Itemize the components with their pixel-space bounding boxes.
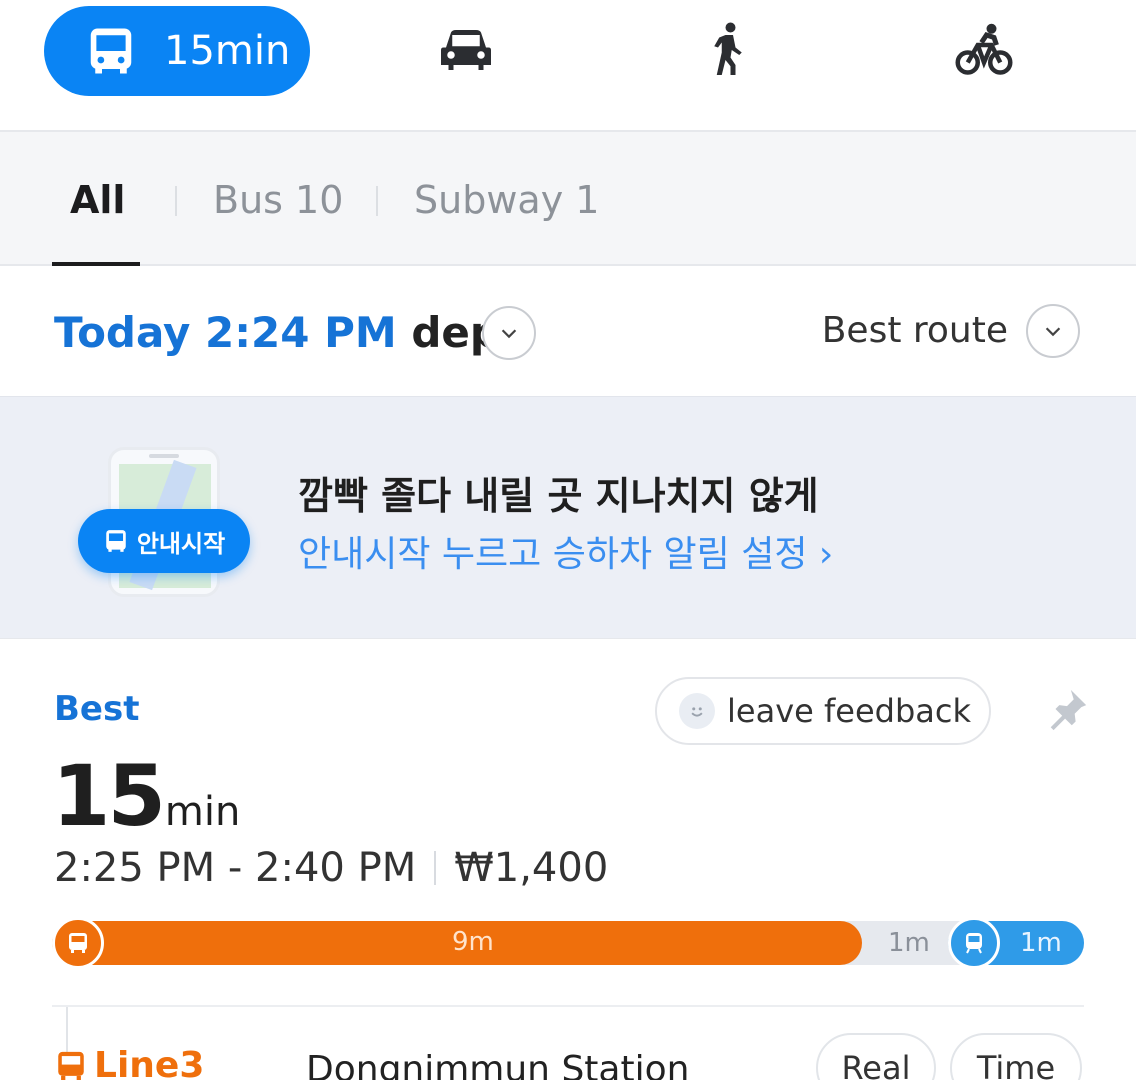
route-type-tabs: All Bus 10 Subway 1: [0, 130, 1136, 267]
time-range: 2:25 PM - 2:40 PM: [54, 845, 417, 891]
route-duration: 15min: [52, 747, 240, 845]
tab-bus[interactable]: Bus 10: [213, 178, 343, 222]
sort-dropdown-button[interactable]: [1026, 304, 1080, 358]
banner-title: 깜빡 졸다 내릴 곳 지나치지 않게: [298, 474, 819, 518]
tab-subway[interactable]: Subway 1: [414, 178, 599, 222]
best-badge: Best: [54, 689, 140, 729]
route-card[interactable]: Best leave feedback 15min 2:25 PM - 2:40…: [0, 638, 1136, 1080]
chevron-down-icon: [501, 329, 517, 339]
departure-dropdown-button[interactable]: [482, 306, 536, 360]
chevron-down-icon: [1045, 327, 1061, 337]
smile-icon: [679, 693, 715, 729]
duration-unit: min: [164, 789, 241, 835]
transport-mode-bar: 15min: [0, 0, 1136, 130]
feedback-label: leave feedback: [727, 692, 971, 730]
subway-segment-label: 1m: [1020, 928, 1062, 958]
start-guidance-label: 안내시작: [136, 529, 226, 558]
card-divider: [52, 1005, 1084, 1007]
line-label: Line3: [54, 1045, 204, 1080]
bus-icon: [69, 933, 87, 953]
fare: ₩1,400: [454, 845, 609, 891]
departure-row: Today 2:24 PM dep. Best route: [0, 266, 1136, 396]
station-name: Dongnimmun Station: [306, 1049, 690, 1080]
mode-transit-button[interactable]: 15min: [44, 6, 310, 96]
walk-segment-label: 1m: [888, 928, 930, 958]
bus-icon: [90, 28, 132, 74]
subway-segment-icon: [948, 917, 1000, 969]
departure-time-selector[interactable]: Today 2:24 PM dep.: [54, 308, 516, 357]
bike-icon[interactable]: [954, 20, 1014, 80]
tab-divider: [175, 186, 177, 216]
real-button[interactable]: Real: [816, 1033, 936, 1080]
start-guidance-button[interactable]: 안내시작: [78, 509, 250, 573]
duration-value: 15: [52, 747, 166, 845]
car-icon[interactable]: [436, 20, 496, 80]
tab-divider: [376, 186, 378, 216]
walk-icon[interactable]: [698, 20, 758, 80]
route-times: 2:25 PM - 2:40 PM ₩1,400: [54, 845, 608, 891]
banner-link[interactable]: 안내시작 누르고 승하차 알림 설정 ›: [298, 525, 833, 577]
tab-all[interactable]: All: [70, 178, 125, 222]
departure-time: Today 2:24 PM: [54, 308, 397, 357]
subway-icon: [966, 933, 982, 954]
time-button[interactable]: Time: [950, 1033, 1082, 1080]
bus-icon: [106, 530, 126, 552]
pin-icon[interactable]: [1044, 683, 1090, 735]
line-name: Line3: [94, 1045, 205, 1080]
bus-segment: 9m: [52, 921, 862, 965]
transit-duration: 15min: [164, 28, 291, 74]
bus-icon: [58, 1051, 84, 1080]
bus-segment-label: 9m: [452, 927, 494, 957]
leave-feedback-button[interactable]: leave feedback: [655, 677, 991, 745]
route-segment-bar: 9m 1m 1m: [52, 917, 1084, 969]
bus-segment-icon: [52, 917, 104, 969]
sort-option-label[interactable]: Best route: [822, 310, 1008, 351]
guidance-promo-banner[interactable]: 안내시작 깜빡 졸다 내릴 곳 지나치지 않게 안내시작 누르고 승하차 알림 …: [0, 396, 1136, 638]
